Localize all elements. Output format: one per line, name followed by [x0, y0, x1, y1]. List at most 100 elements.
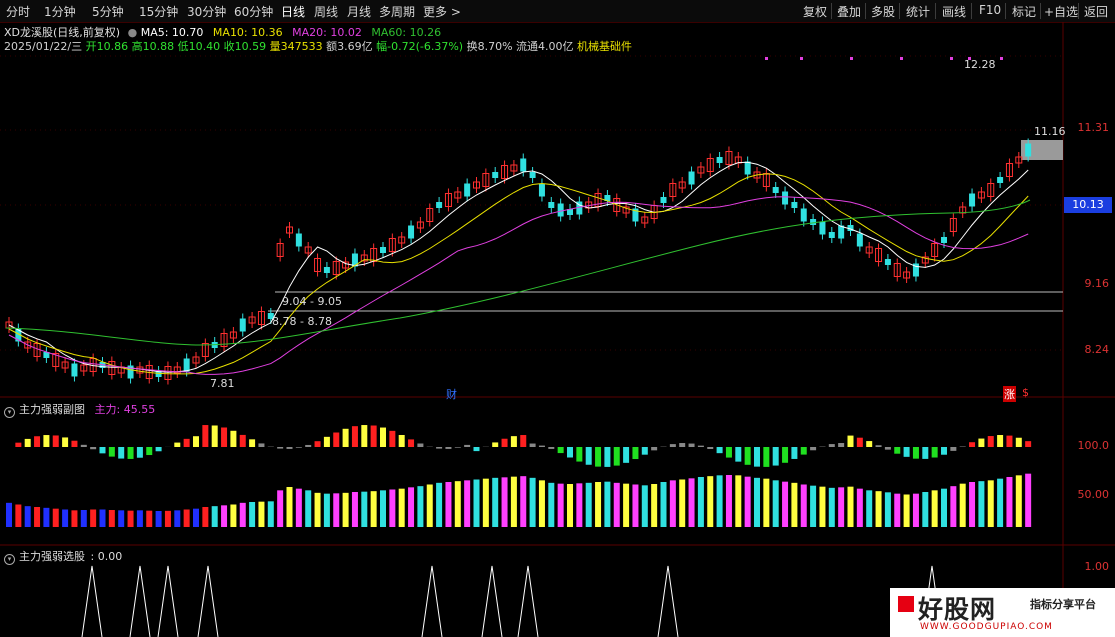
candle-body: [239, 318, 246, 332]
candle-body: [464, 183, 471, 197]
price-axis-label: 8.24: [1084, 343, 1110, 356]
candle-body: [997, 177, 1004, 183]
indicator1-bar: [688, 478, 695, 527]
indicator1-bar: [351, 492, 358, 527]
indicator1-bar: [333, 432, 340, 447]
indicator1-bar: [1015, 437, 1022, 447]
indicator1-bar: [389, 489, 396, 527]
indicator1-axis-label: 50.00: [1077, 488, 1110, 501]
indicator1-bar: [136, 447, 143, 458]
collapse-icon[interactable]: ▾: [4, 554, 15, 565]
collapse-icon[interactable]: ▾: [4, 407, 15, 418]
indicator1-bar: [146, 447, 153, 456]
indicator1-bar: [922, 447, 929, 459]
indicator1-bar: [800, 447, 807, 455]
indicator1-bar: [286, 447, 293, 449]
indicator1-bar: [183, 438, 190, 447]
price-axis-label: 11.31: [1077, 121, 1110, 134]
indicator1-bar: [277, 447, 284, 449]
indicator1-bar: [772, 480, 779, 527]
indicator1-bar: [894, 447, 901, 454]
indicator1-bar: [52, 435, 59, 447]
indicator2-title[interactable]: 主力强弱选股: [19, 550, 85, 563]
signal-dot: [1000, 57, 1003, 60]
indicator1-bar: [71, 440, 78, 447]
indicator1-bar: [613, 447, 620, 466]
indicator1-bar: [987, 436, 994, 447]
indicator1-bar: [24, 506, 31, 527]
current-price-tag: 10.13: [1064, 197, 1112, 213]
indicator1-bar: [90, 447, 97, 450]
candle-body: [969, 193, 976, 207]
indicator1-bar: [707, 447, 714, 449]
ma20-line: [8, 196, 1029, 375]
candle-body: [791, 202, 798, 208]
indicator1-bar: [501, 477, 508, 527]
candle-body: [529, 172, 536, 178]
indicator1-bar: [501, 438, 508, 447]
indicator1-bar: [62, 437, 69, 447]
indicator1-bar: [342, 428, 349, 447]
indicator1-bar: [529, 477, 536, 527]
indicator1-bar: [436, 447, 443, 449]
indicator1-bar: [810, 447, 817, 451]
indicator1-bar: [595, 482, 602, 527]
indicator1-bar: [221, 505, 228, 527]
finance-marker[interactable]: 财: [446, 386, 457, 402]
candle-body: [688, 171, 695, 185]
indicator1-bar: [884, 447, 891, 450]
low-label: 7.81: [210, 377, 235, 390]
indicator1-bar: [258, 501, 265, 527]
band2-label: 8.78 - 8.78: [272, 315, 332, 328]
indicator1-bar: [323, 493, 330, 527]
indicator1-bar: [576, 483, 583, 527]
indicator1-bar: [997, 435, 1004, 447]
indicator1-bar: [725, 447, 732, 458]
indicator1-bar: [576, 447, 583, 462]
indicator1-bar: [211, 425, 218, 447]
indicator1-bar: [221, 427, 228, 447]
ma5-line: [8, 161, 1029, 373]
indicator1-bar: [6, 502, 12, 527]
indicator1-bar: [997, 478, 1004, 527]
indicator1-bar: [473, 479, 480, 527]
indicator1-bar: [473, 447, 480, 452]
indicator1-bar: [295, 488, 302, 527]
indicator1-bar: [782, 447, 789, 463]
indicator1-bar: [595, 447, 602, 467]
indicator1-bar: [782, 481, 789, 527]
indicator1-bar: [791, 447, 798, 459]
kline-chart[interactable]: [0, 0, 1115, 637]
indicator1-bar: [548, 482, 555, 527]
indicator1-bar: [669, 480, 676, 527]
candle-body: [295, 233, 302, 247]
indicator1-bar: [370, 425, 377, 447]
candle-body: [548, 202, 555, 208]
indicator2-value: : 0.00: [90, 550, 123, 563]
indicator1-bar: [969, 442, 976, 447]
indicator1-bar: [464, 480, 471, 527]
indicator1-bar: [108, 510, 115, 527]
indicator1-bar: [342, 492, 349, 527]
candle-body: [856, 233, 863, 247]
candle-body: [183, 358, 190, 372]
dollar-marker[interactable]: $: [1022, 386, 1029, 399]
indicator1-title[interactable]: 主力强弱副图: [19, 403, 85, 416]
indicator1-bar: [903, 494, 910, 527]
indicator1-bar: [510, 436, 517, 447]
candle-body: [800, 208, 807, 222]
indicator1-bar: [417, 443, 424, 447]
indicator1-bar: [941, 488, 947, 527]
candle-body: [71, 363, 78, 377]
indicator1-bar: [118, 447, 125, 459]
indicator1-bar: [538, 480, 545, 527]
candle-body: [660, 197, 667, 203]
indicator1-bar: [557, 483, 564, 527]
indicator1-bar: [249, 439, 256, 447]
limit-up-marker[interactable]: 涨: [1003, 386, 1016, 402]
indicator1-bar: [80, 444, 87, 447]
indicator1-bar: [52, 508, 59, 527]
indicator1-bar: [969, 482, 976, 527]
indicator1-bar: [361, 491, 368, 527]
indicator1-bar: [174, 442, 181, 447]
